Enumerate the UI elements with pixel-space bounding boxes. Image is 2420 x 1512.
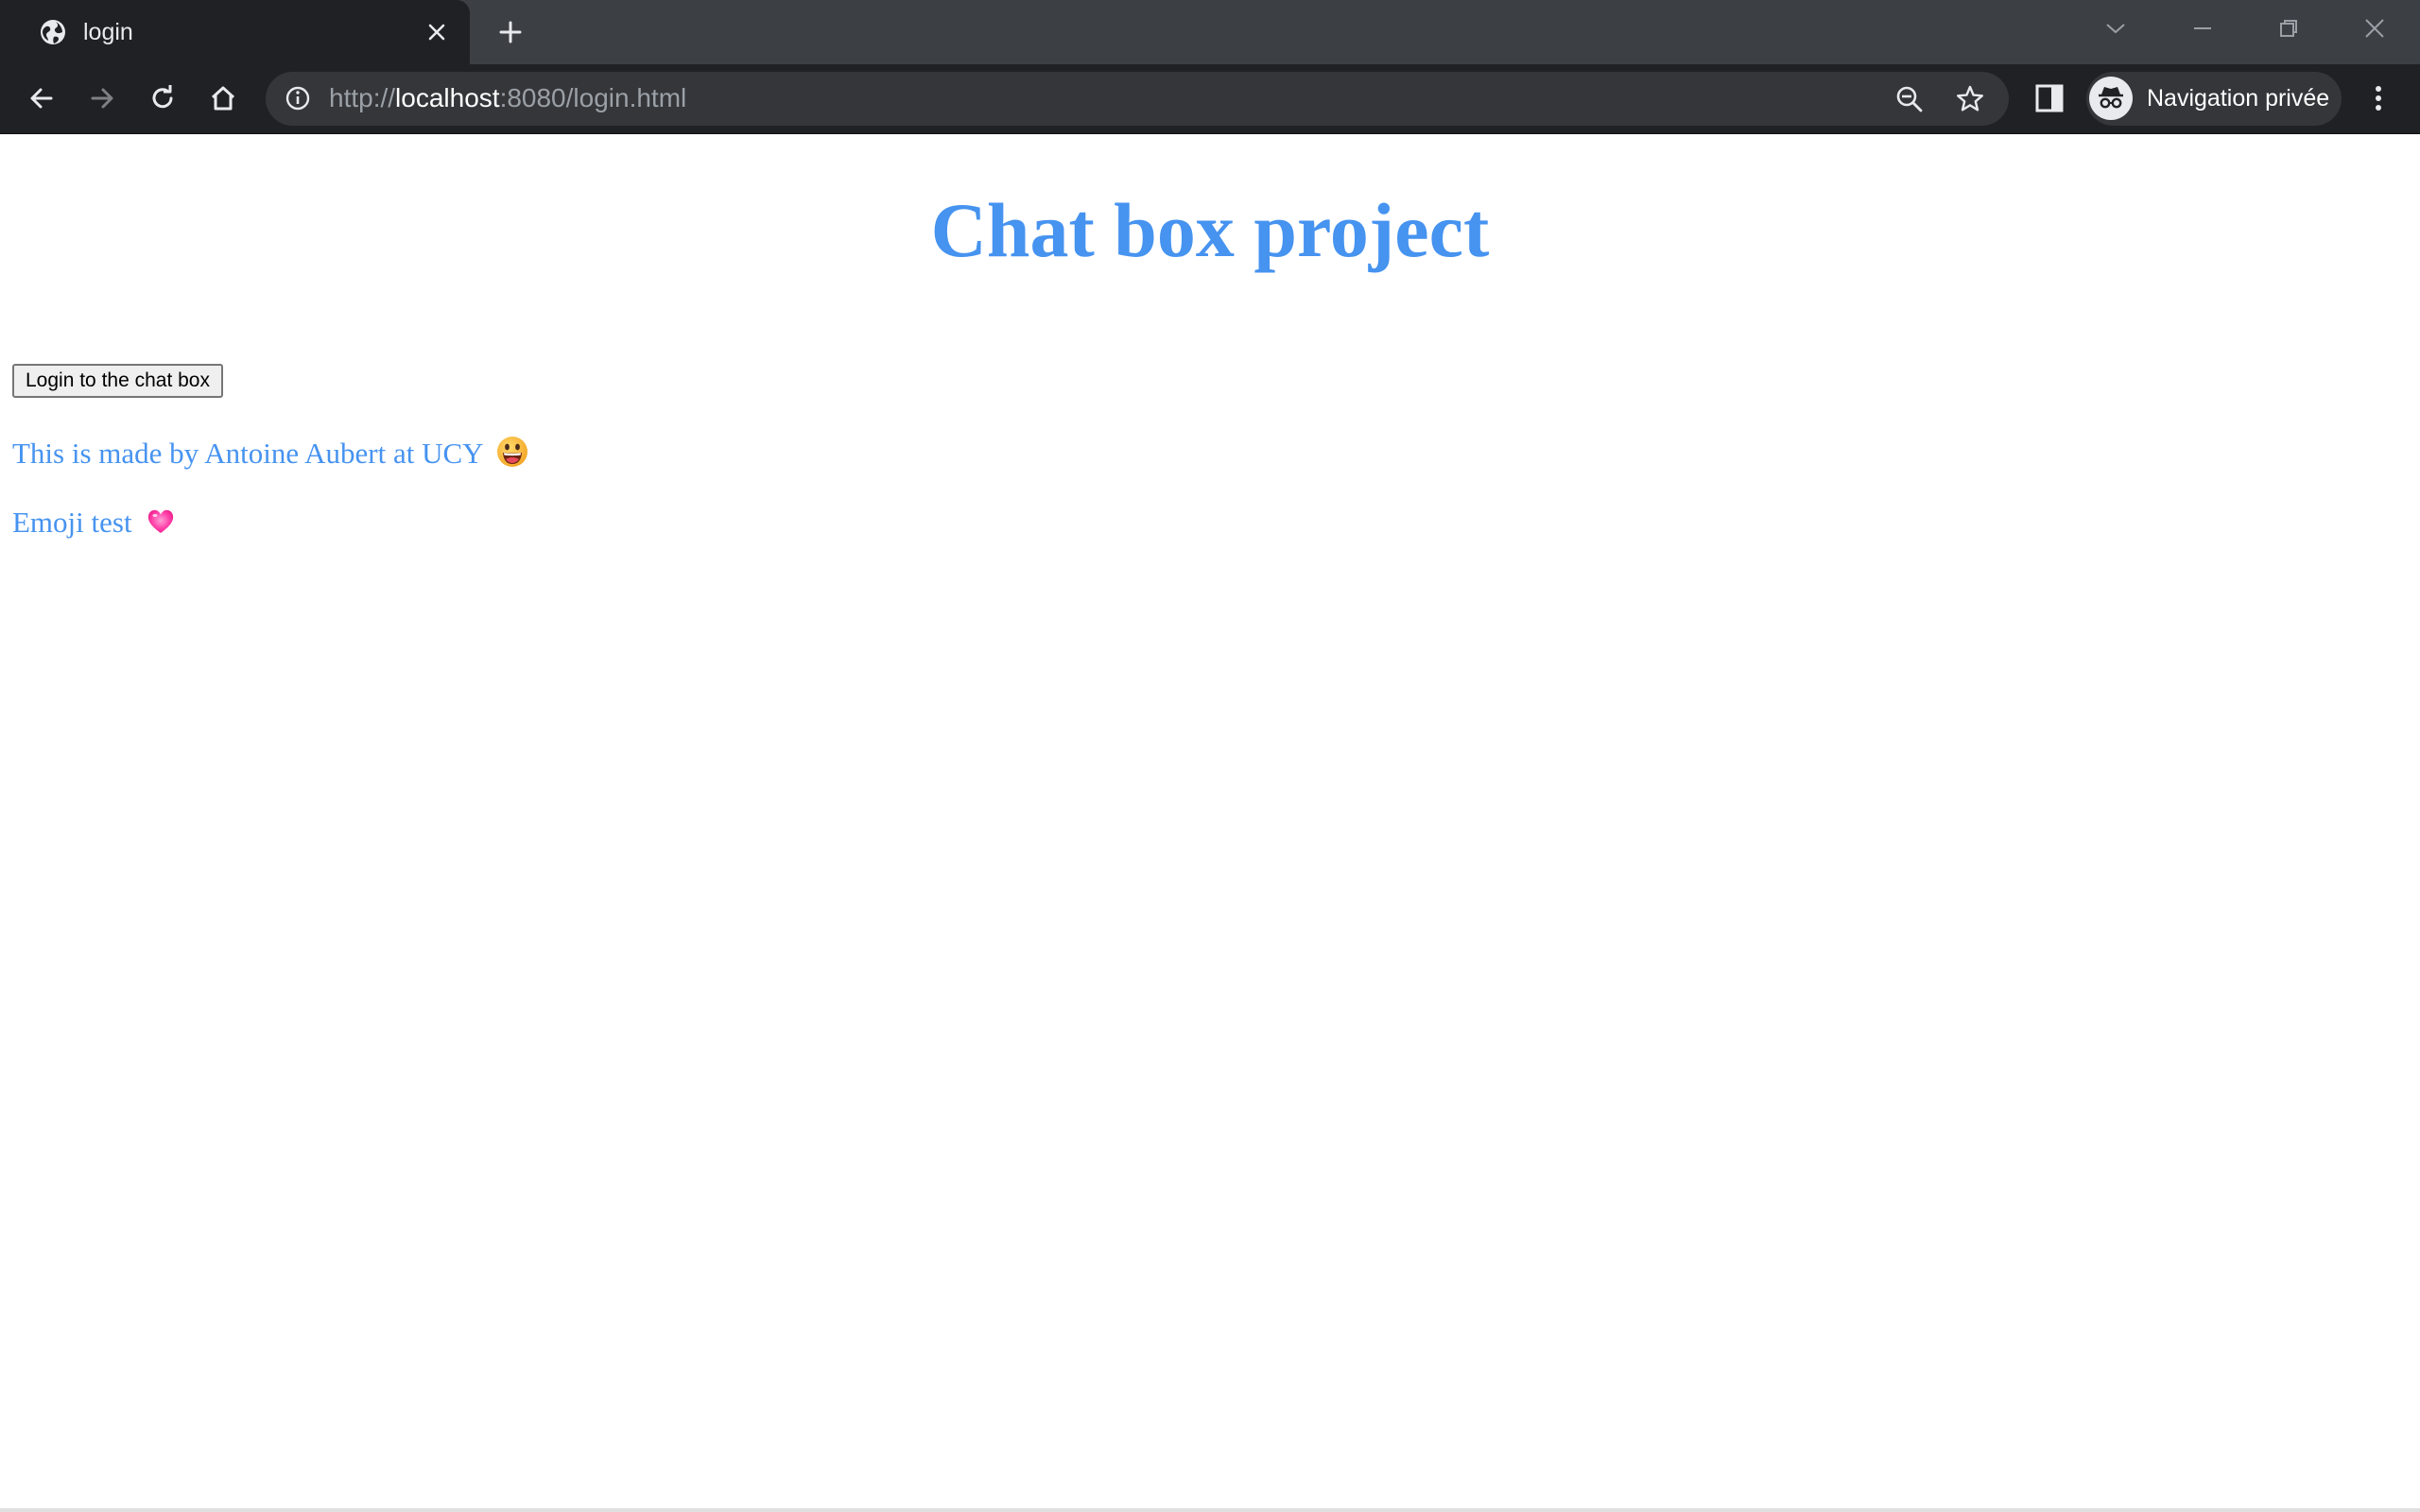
tab-title: login: [83, 19, 133, 45]
profile-label: Navigation privée: [2147, 85, 2330, 112]
minimize-icon[interactable]: [2184, 11, 2221, 45]
url-host: localhost: [395, 83, 500, 112]
new-tab-plus-icon[interactable]: [495, 17, 526, 47]
forward-arrow-icon[interactable]: [83, 79, 121, 117]
credit-text: This is made by Antoine Aubert at UCY: [12, 437, 484, 471]
zoom-out-icon[interactable]: [1893, 83, 1926, 115]
grinning-face-emoji-icon: [495, 435, 529, 478]
site-info-icon[interactable]: [283, 83, 313, 113]
pink-heart-emoji-icon: [144, 504, 178, 547]
side-panel-icon[interactable]: [2032, 81, 2066, 115]
emoji-test-paragraph: Emoji test: [12, 504, 178, 547]
tab-login[interactable]: login: [0, 0, 470, 64]
url-rest: :8080/login.html: [499, 83, 687, 112]
close-window-icon[interactable]: [2356, 11, 2394, 45]
page-viewport: Chat box project Login to the chat box T…: [0, 134, 2420, 1510]
close-tab-icon[interactable]: [424, 19, 450, 45]
page-title: Chat box project: [930, 187, 1490, 273]
browser-toolbar: http://localhost:8080/login.html Navigat…: [0, 64, 2420, 134]
url-text[interactable]: http://localhost:8080/login.html: [329, 81, 686, 115]
tab-search-chevron-icon[interactable]: [2097, 11, 2135, 45]
emoji-test-text: Emoji test: [12, 506, 132, 540]
credit-paragraph: This is made by Antoine Aubert at UCY: [12, 435, 529, 478]
login-button[interactable]: Login to the chat box: [12, 364, 223, 398]
url-scheme: http://: [329, 83, 396, 112]
address-bar[interactable]: http://localhost:8080/login.html: [266, 72, 2009, 126]
browser-menu-icon[interactable]: [2360, 79, 2397, 117]
globe-icon: [38, 17, 68, 47]
home-icon[interactable]: [204, 79, 242, 117]
restore-icon[interactable]: [2270, 11, 2308, 45]
back-arrow-icon[interactable]: [23, 79, 60, 117]
window-bottom-border: [0, 1508, 2420, 1512]
tab-strip: login: [0, 0, 2420, 64]
bookmark-star-icon[interactable]: [1954, 83, 1986, 115]
reload-icon[interactable]: [144, 79, 182, 117]
incognito-profile-chip[interactable]: Navigation privée: [2086, 72, 2342, 126]
incognito-icon: [2089, 77, 2133, 120]
